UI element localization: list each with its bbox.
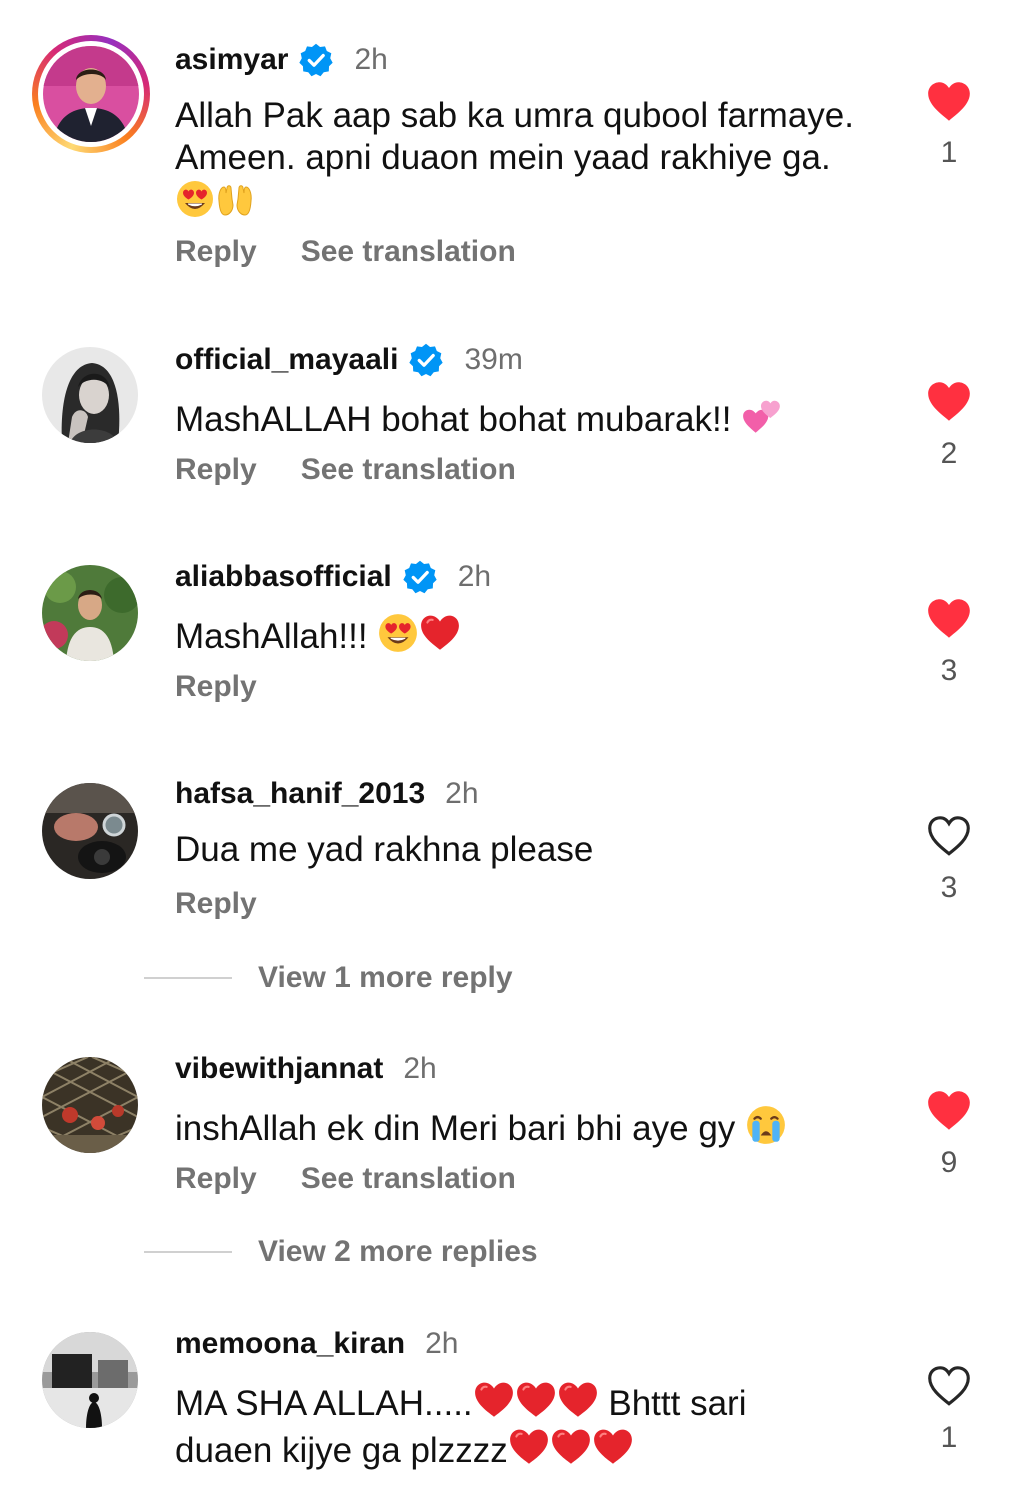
avatar[interactable] — [42, 565, 138, 661]
comment-text: MashAllah!!! — [175, 612, 875, 658]
timestamp: 2h — [354, 43, 388, 76]
comment-body: MashALLAH bohat bohat mubarak!! — [175, 400, 732, 439]
timestamp: 2h — [445, 777, 479, 810]
like-heart-filled-icon[interactable] — [924, 1086, 974, 1136]
comment-body-line2: duaen kijye ga plzzzz — [175, 1431, 508, 1470]
view-more-replies-label[interactable]: View 2 more replies — [258, 1235, 538, 1269]
comment-body: inshAllah ek din Meri bari bhi aye gy — [175, 1109, 736, 1148]
palms-up-emoji-icon — [215, 179, 255, 219]
avatar[interactable] — [42, 347, 138, 443]
like-heart-outline-icon[interactable] — [924, 1361, 974, 1411]
view-more-replies-button[interactable]: View 2 more replies — [144, 1232, 538, 1272]
like-count: 3 — [940, 871, 958, 904]
like-heart-outline-icon[interactable] — [924, 811, 974, 861]
divider — [144, 1251, 232, 1253]
like-count: 2 — [940, 437, 958, 470]
like-heart-filled-icon[interactable] — [924, 377, 974, 427]
divider — [144, 977, 232, 979]
username[interactable]: aliabbasofficial — [175, 560, 392, 594]
red-heart-emoji-icon — [515, 1379, 557, 1421]
see-translation-button[interactable]: See translation — [301, 1162, 516, 1196]
loudly-crying-emoji-icon — [745, 1104, 787, 1146]
red-heart-emoji-icon — [592, 1426, 634, 1468]
comment-body-continued: Bhttt sari — [598, 1384, 747, 1423]
reply-button[interactable]: Reply — [175, 453, 257, 487]
red-heart-emoji-icon — [508, 1426, 550, 1468]
timestamp: 2h — [457, 560, 492, 593]
username[interactable]: official_mayaali — [175, 343, 398, 377]
comment-text: MashALLAH bohat bohat mubarak!! — [175, 395, 875, 441]
view-more-replies-button[interactable]: View 1 more reply — [144, 958, 513, 998]
like-count: 1 — [940, 136, 958, 169]
like-heart-filled-icon[interactable] — [924, 77, 974, 127]
username[interactable]: vibewithjannat — [175, 1052, 383, 1086]
comment-body: Allah Pak aap sab ka umra qubool farmaye… — [175, 96, 854, 177]
comment-text: Allah Pak aap sab ka umra qubool farmaye… — [175, 95, 875, 223]
reply-button[interactable]: Reply — [175, 670, 257, 704]
avatar[interactable] — [32, 35, 150, 153]
red-heart-emoji-icon — [557, 1379, 599, 1421]
see-translation-button[interactable]: See translation — [301, 235, 516, 269]
see-translation-button[interactable]: See translation — [301, 453, 516, 487]
timestamp: 2h — [403, 1052, 437, 1085]
username[interactable]: hafsa_hanif_2013 — [175, 777, 425, 811]
reply-button[interactable]: Reply — [175, 1162, 257, 1196]
avatar[interactable] — [42, 1332, 138, 1428]
comment-body: MA SHA ALLAH..... — [175, 1384, 473, 1423]
username[interactable]: memoona_kiran — [175, 1327, 405, 1361]
heart-eyes-emoji-icon — [175, 179, 215, 219]
verified-badge-icon — [298, 42, 334, 78]
reply-button[interactable]: Reply — [175, 887, 257, 921]
two-hearts-emoji-icon — [741, 395, 783, 437]
comment-body: Dua me yad rakhna please — [175, 830, 594, 869]
red-heart-emoji-icon — [473, 1379, 515, 1421]
avatar[interactable] — [42, 783, 138, 879]
verified-badge-icon — [402, 559, 438, 595]
avatar[interactable] — [42, 1057, 138, 1153]
like-count: 1 — [940, 1421, 958, 1454]
comment-body: MashAllah!!! — [175, 617, 368, 656]
red-heart-emoji-icon — [550, 1426, 592, 1468]
comment-text: MA SHA ALLAH..... Bhttt sari duaen kijye… — [175, 1379, 875, 1473]
heart-eyes-emoji-icon — [377, 612, 419, 654]
username[interactable]: asimyar — [175, 43, 288, 77]
reply-button[interactable]: Reply — [175, 235, 257, 269]
timestamp: 2h — [425, 1327, 459, 1360]
like-heart-filled-icon[interactable] — [924, 594, 974, 644]
like-count: 9 — [940, 1146, 958, 1179]
timestamp: 39m — [464, 343, 523, 376]
view-more-replies-label[interactable]: View 1 more reply — [258, 961, 513, 995]
verified-badge-icon — [408, 342, 444, 378]
like-count: 3 — [940, 654, 958, 687]
comment-text: Dua me yad rakhna please — [175, 829, 875, 871]
red-heart-emoji-icon — [419, 612, 461, 654]
comment-text: inshAllah ek din Meri bari bhi aye gy — [175, 1104, 875, 1150]
